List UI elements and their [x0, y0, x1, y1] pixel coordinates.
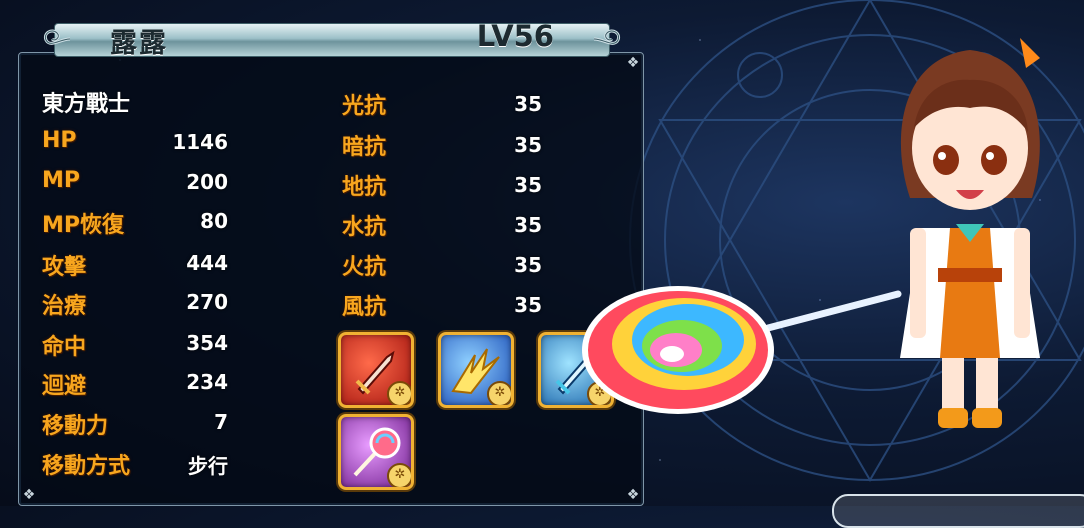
resist-row-wind: 風抗 35 — [342, 289, 542, 320]
stat-label: MP恢復 — [42, 213, 125, 238]
stat-label: 治療 — [42, 294, 87, 319]
resist-value: 35 — [514, 253, 542, 277]
stat-label: 攻擊 — [42, 255, 87, 280]
stat-value: 1146 — [172, 130, 228, 154]
resist-value: 35 — [514, 173, 542, 197]
stat-row-evasion: 迴避 234 — [42, 368, 232, 399]
stat-label: 移動方式 — [42, 454, 131, 479]
character-sprite — [900, 38, 1040, 428]
skill-slot-4[interactable]: ✲ — [338, 414, 414, 490]
stat-label: MP — [42, 168, 81, 193]
resist-value: 35 — [514, 213, 542, 237]
resist-row-earth: 地抗 35 — [342, 169, 542, 200]
stat-label: 迴避 — [42, 374, 87, 399]
character-name-bar: 露露 LV56 — [40, 18, 624, 60]
stat-value: 80 — [200, 209, 228, 233]
resist-value: 35 — [514, 293, 542, 317]
scroll-ornament-right-icon — [593, 29, 621, 45]
stat-value: 234 — [186, 370, 228, 394]
character-class: 東方戰士 — [42, 92, 131, 117]
resist-value: 35 — [514, 133, 542, 157]
stat-value: 7 — [214, 410, 228, 434]
stat-row-movement-type: 移動方式 步行 — [42, 448, 232, 479]
resist-label: 火抗 — [342, 255, 387, 280]
stat-label: 移動力 — [42, 414, 109, 439]
lollipop-weapon-image — [582, 286, 902, 414]
skill-slot-2[interactable]: ✲ — [438, 332, 514, 408]
skill-gear-badge-icon: ✲ — [387, 463, 411, 487]
resist-row-water: 水抗 35 — [342, 209, 542, 240]
stat-label: 命中 — [42, 335, 87, 360]
stat-row-mp-recovery: MP恢復 80 — [42, 207, 232, 238]
panel-corner-ornament: ❖ — [626, 487, 640, 503]
resist-row-dark: 暗抗 35 — [342, 129, 542, 160]
skill-slot-1[interactable]: ✲ — [338, 332, 414, 408]
resist-label: 風抗 — [342, 295, 387, 320]
stat-value: 200 — [186, 170, 228, 194]
skill-gear-badge-icon: ✲ — [487, 381, 511, 405]
panel-corner-ornament: ❖ — [626, 55, 640, 71]
character-level: LV56 — [476, 19, 554, 53]
stat-row-attack: 攻擊 444 — [42, 249, 232, 280]
stat-row-movement: 移動力 7 — [42, 408, 232, 439]
resist-label: 暗抗 — [342, 135, 387, 160]
resist-label: 光抗 — [342, 94, 387, 119]
stat-value: 354 — [186, 331, 228, 355]
stat-value: 步行 — [188, 454, 228, 478]
resist-row-fire: 火抗 35 — [342, 249, 542, 280]
stat-row-accuracy: 命中 354 — [42, 329, 232, 360]
character-name: 露露 — [110, 28, 168, 59]
resist-row-light: 光抗 35 — [342, 88, 542, 119]
panel-corner-ornament: ❖ — [22, 487, 36, 503]
stat-label: HP — [42, 128, 77, 153]
scroll-ornament-left-icon — [43, 29, 71, 45]
stat-value: 444 — [186, 251, 228, 275]
stat-row-mp: MP 200 — [42, 168, 232, 198]
resist-value: 35 — [514, 92, 542, 116]
stat-row-hp: HP 1146 — [42, 128, 232, 158]
stat-value: 270 — [186, 290, 228, 314]
stat-row-heal: 治療 270 — [42, 288, 232, 319]
skill-gear-badge-icon: ✲ — [387, 381, 411, 405]
resist-label: 地抗 — [342, 175, 387, 200]
resist-label: 水抗 — [342, 215, 387, 240]
bottom-frame-edge — [832, 494, 1084, 528]
